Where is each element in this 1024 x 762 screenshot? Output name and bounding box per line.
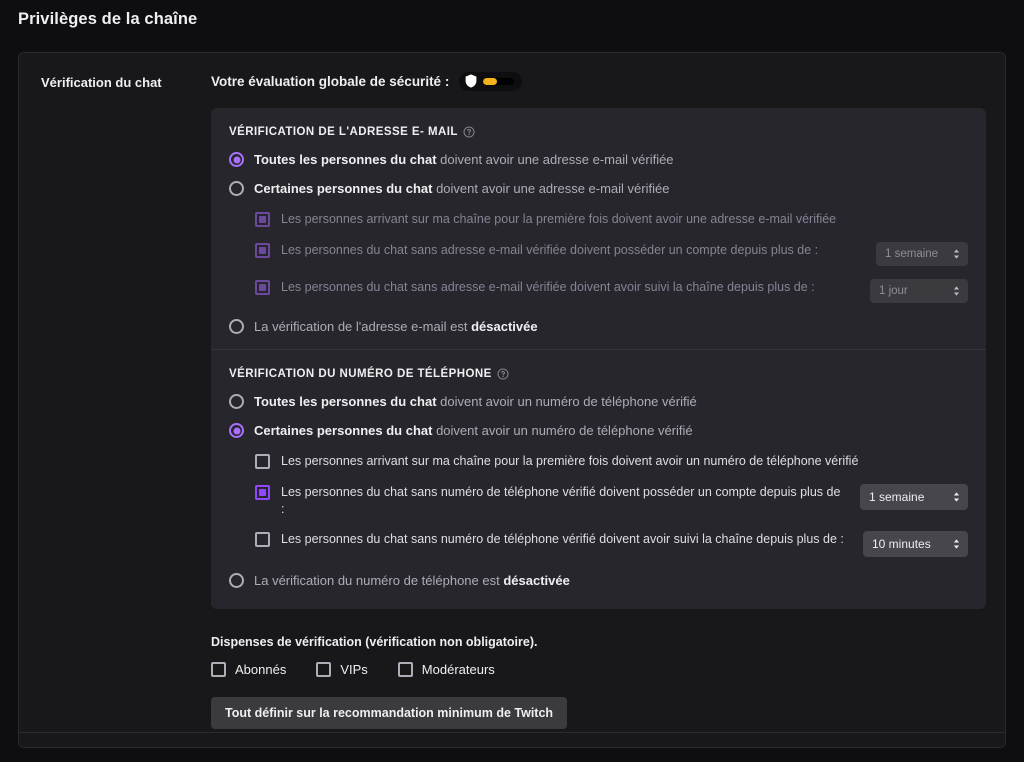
- checkbox-exempt-vips-label: VIPs: [340, 662, 368, 677]
- phone-block-title: VÉRIFICATION DU NUMÉRO DE TÉLÉPHONE: [229, 368, 968, 380]
- email-sub-options: Les personnes arrivant sur ma chaîne pou…: [255, 211, 968, 303]
- select-phone-follow-age[interactable]: 10 minutes: [863, 531, 968, 557]
- checkbox-email-follow-age-label: Les personnes du chat sans adresse e-mai…: [281, 280, 815, 294]
- security-rating-bar: [483, 77, 515, 85]
- checkbox-indicator[interactable]: [316, 662, 332, 677]
- radio-indicator[interactable]: [229, 423, 244, 438]
- phone-verification-block: VÉRIFICATION DU NUMÉRO DE TÉLÉPHONE Tout…: [211, 350, 986, 609]
- email-block-title: VÉRIFICATION DE L'ADRESSE E- MAIL: [229, 126, 968, 138]
- phone-sub-options: Les personnes arrivant sur ma chaîne pou…: [255, 453, 968, 557]
- email-verification-block: VÉRIFICATION DE L'ADRESSE E- MAIL Toutes…: [211, 108, 986, 349]
- checkbox-exempt-subs-label: Abonnés: [235, 662, 287, 677]
- overall-security-rating-row: Votre évaluation globale de sécurité :: [211, 71, 989, 91]
- verification-exemptions: Dispenses de vérification (vérification …: [211, 635, 989, 729]
- chevron-updown-icon: [953, 286, 960, 296]
- radio-email-off-strong: désactivée: [471, 319, 538, 334]
- select-value: 1 semaine: [869, 490, 925, 504]
- checkbox-exempt-mods-label: Modérateurs: [421, 662, 495, 677]
- section-label: Vérification du chat: [41, 75, 162, 90]
- select-value: 10 minutes: [872, 537, 931, 551]
- radio-phone-all[interactable]: Toutes les personnes du chat doivent avo…: [229, 394, 968, 410]
- exemptions-title: Dispenses de vérification (vérification …: [211, 635, 538, 649]
- settings-page: Privilèges de la chaîne Vérification du …: [0, 0, 1024, 762]
- set-twitch-minimum-recommendation-button[interactable]: Tout définir sur la recommandation minim…: [211, 697, 568, 729]
- radio-indicator[interactable]: [229, 319, 244, 334]
- checkbox-exempt-vips[interactable]: VIPs: [316, 662, 368, 677]
- checkbox-phone-account-age-label: Les personnes du chat sans numéro de tél…: [281, 485, 841, 516]
- overall-security-label: Votre évaluation globale de sécurité :: [211, 73, 450, 89]
- phone-block-title-text: VÉRIFICATION DU NUMÉRO DE TÉLÉPHONE: [229, 368, 492, 380]
- exemptions-checkbox-row: Abonnés VIPs Modérateurs: [211, 662, 989, 677]
- radio-email-some-label: Certaines personnes du chat doivent avoi…: [254, 181, 669, 197]
- verification-panel: VÉRIFICATION DE L'ADRESSE E- MAIL Toutes…: [211, 108, 986, 609]
- radio-indicator[interactable]: [229, 181, 244, 196]
- radio-email-all[interactable]: Toutes les personnes du chat doivent avo…: [229, 152, 968, 168]
- radio-phone-all-strong: Toutes les personnes du chat: [254, 394, 437, 409]
- help-circle-icon[interactable]: [497, 368, 509, 380]
- checkbox-row-email-account-age[interactable]: Les personnes du chat sans adresse e-mai…: [255, 242, 968, 266]
- radio-email-all-rest: doivent avoir une adresse e-mail vérifié…: [436, 152, 674, 167]
- radio-indicator[interactable]: [229, 152, 244, 167]
- radio-email-off-rest: La vérification de l'adresse e-mail est: [254, 319, 472, 334]
- radio-email-off[interactable]: La vérification de l'adresse e-mail est …: [229, 319, 968, 335]
- radio-phone-some-rest: doivent avoir un numéro de téléphone vér…: [432, 423, 693, 438]
- radio-email-off-label: La vérification de l'adresse e-mail est …: [254, 319, 538, 335]
- radio-phone-all-label: Toutes les personnes du chat doivent avo…: [254, 394, 697, 410]
- security-rating-bar-fill: [483, 77, 498, 85]
- radio-phone-off-label: La vérification du numéro de téléphone e…: [254, 573, 570, 589]
- chat-verification-section-card: Vérification du chat Votre évaluation gl…: [18, 52, 1006, 748]
- checkbox-row-phone-follow-age[interactable]: Les personnes du chat sans numéro de tél…: [255, 531, 968, 557]
- radio-email-some[interactable]: Certaines personnes du chat doivent avoi…: [229, 181, 968, 197]
- checkbox-indicator[interactable]: [255, 243, 270, 258]
- radio-indicator[interactable]: [229, 573, 244, 588]
- select-phone-account-age[interactable]: 1 semaine: [860, 484, 968, 510]
- checkbox-indicator[interactable]: [211, 662, 226, 677]
- radio-email-all-label: Toutes les personnes du chat doivent avo…: [254, 152, 674, 168]
- checkbox-row-email-follow-age[interactable]: Les personnes du chat sans adresse e-mai…: [255, 279, 968, 303]
- radio-email-some-rest: doivent avoir une adresse e-mail vérifié…: [432, 181, 670, 196]
- checkbox-indicator[interactable]: [255, 454, 270, 469]
- section-content: Votre évaluation globale de sécurité : V…: [211, 71, 989, 729]
- chevron-updown-icon: [953, 249, 960, 259]
- select-email-account-age[interactable]: 1 semaine: [876, 242, 968, 266]
- checkbox-exempt-mods[interactable]: Modérateurs: [397, 662, 495, 677]
- checkbox-phone-follow-age-label: Les personnes du chat sans numéro de tél…: [281, 532, 844, 546]
- page-title: Privilèges de la chaîne: [18, 10, 198, 28]
- checkbox-indicator[interactable]: [255, 485, 270, 500]
- radio-email-some-strong: Certaines personnes du chat: [254, 181, 433, 196]
- checkbox-row-email-first-time[interactable]: Les personnes arrivant sur ma chaîne pou…: [255, 211, 968, 229]
- radio-phone-off[interactable]: La vérification du numéro de téléphone e…: [229, 573, 968, 589]
- radio-phone-some[interactable]: Certaines personnes du chat doivent avoi…: [229, 423, 968, 439]
- radio-phone-some-label: Certaines personnes du chat doivent avoi…: [254, 423, 693, 439]
- shield-icon: [465, 74, 477, 88]
- checkbox-indicator[interactable]: [397, 662, 413, 677]
- email-block-title-text: VÉRIFICATION DE L'ADRESSE E- MAIL: [229, 126, 458, 138]
- radio-email-all-strong: Toutes les personnes du chat: [254, 152, 437, 167]
- checkbox-email-account-age-label: Les personnes du chat sans adresse e-mai…: [281, 243, 819, 257]
- select-value: 1 jour: [879, 285, 908, 297]
- security-rating-badge: [459, 71, 523, 91]
- chevron-updown-icon: [953, 539, 960, 549]
- radio-indicator[interactable]: [229, 394, 244, 409]
- checkbox-email-first-time-label: Les personnes arrivant sur ma chaîne pou…: [281, 212, 837, 226]
- section-bottom-divider: [19, 732, 1005, 733]
- radio-phone-all-rest: doivent avoir un numéro de téléphone vér…: [436, 394, 697, 409]
- checkbox-indicator[interactable]: [255, 212, 270, 227]
- checkbox-indicator[interactable]: [255, 532, 270, 547]
- select-value: 1 semaine: [885, 248, 939, 260]
- checkbox-indicator[interactable]: [255, 280, 270, 295]
- select-email-follow-age[interactable]: 1 jour: [870, 279, 968, 303]
- chevron-updown-icon: [953, 492, 960, 502]
- checkbox-row-phone-first-time[interactable]: Les personnes arrivant sur ma chaîne pou…: [255, 453, 968, 471]
- radio-phone-off-rest: La vérification du numéro de téléphone e…: [254, 573, 504, 588]
- help-circle-icon[interactable]: [463, 126, 475, 138]
- radio-phone-some-strong: Certaines personnes du chat: [254, 423, 433, 438]
- radio-phone-off-strong: désactivée: [503, 573, 570, 588]
- checkbox-exempt-subs[interactable]: Abonnés: [211, 662, 286, 677]
- checkbox-row-phone-account-age[interactable]: Les personnes du chat sans numéro de tél…: [255, 484, 968, 518]
- checkbox-phone-first-time-label: Les personnes arrivant sur ma chaîne pou…: [281, 454, 859, 468]
